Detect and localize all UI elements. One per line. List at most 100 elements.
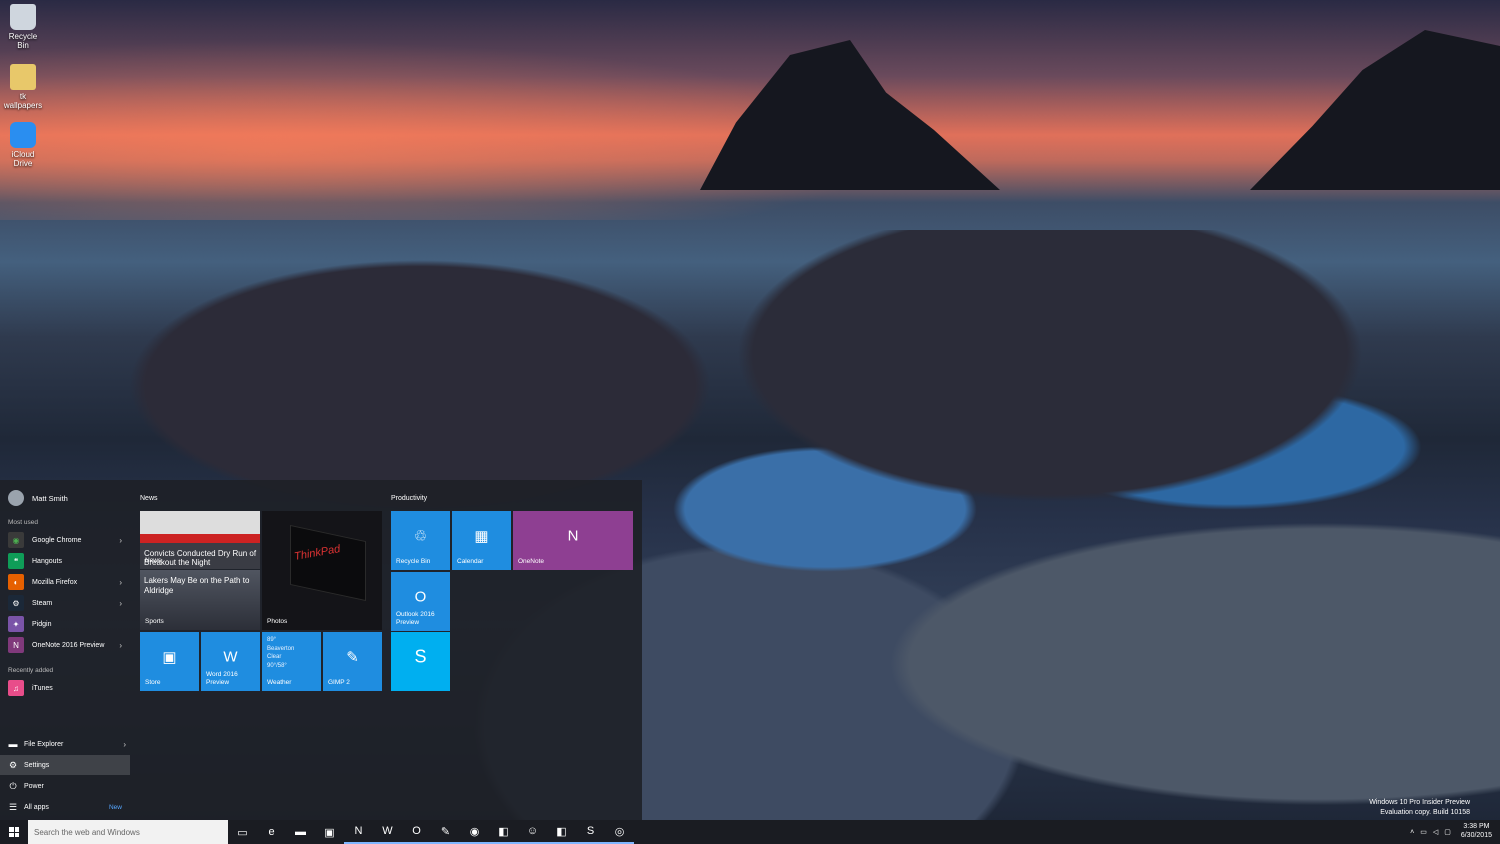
- steam-icon: ⚙: [8, 595, 24, 611]
- system-label: All apps: [24, 803, 49, 811]
- folder-icon: [10, 64, 36, 90]
- chevron-right-icon[interactable]: ›: [119, 599, 122, 608]
- system-label: Power: [24, 782, 44, 790]
- start-menu: Matt Smith Most used ◉ Google Chrome › ❝…: [0, 480, 642, 820]
- calendar-icon: ▦: [474, 527, 489, 545]
- taskbar-app-store[interactable]: ▣: [315, 820, 344, 844]
- tile-calendar[interactable]: ▦ Calendar: [452, 511, 511, 570]
- tile-outlook[interactable]: O Outlook 2016 Preview: [391, 572, 450, 631]
- chevron-up-icon[interactable]: ˄: [1410, 829, 1414, 836]
- group-title-news[interactable]: News: [140, 495, 158, 502]
- taskbar-app-chrome[interactable]: ◉: [460, 820, 489, 844]
- gimp-icon: ✎: [346, 648, 359, 666]
- taskbar-app-file-explorer[interactable]: ▬: [286, 820, 315, 844]
- tile-word[interactable]: W Word 2016 Preview: [201, 632, 260, 691]
- hangouts-icon: ◧: [498, 825, 509, 838]
- tile-skype[interactable]: S: [391, 632, 450, 691]
- taskbar-app-hangouts-2[interactable]: ◧: [547, 820, 576, 844]
- taskbar-app-skype[interactable]: S: [576, 820, 605, 844]
- windows-logo-icon: [9, 827, 19, 837]
- taskbar-app-edge[interactable]: e: [257, 820, 286, 844]
- desktop-icon-tk-wallpapers[interactable]: tk wallpapers: [2, 64, 44, 110]
- tile-onenote[interactable]: N OneNote: [513, 511, 633, 570]
- tile-label: OneNote: [518, 558, 545, 566]
- app-pidgin[interactable]: ✦ Pidgin: [8, 615, 126, 633]
- app-google-chrome[interactable]: ◉ Google Chrome ›: [8, 531, 126, 549]
- onenote-icon: N: [567, 527, 579, 545]
- file-explorer-icon: ▬: [295, 826, 306, 838]
- weather-info: 89° Beaverton Clear 90°/58°: [267, 636, 294, 671]
- app-label: Steam: [32, 599, 53, 607]
- taskbar-app-spotify[interactable]: ◎: [605, 820, 634, 844]
- tile-label: Sports: [145, 618, 164, 626]
- taskbar-apps: ▭ e ▬ ▣ N W O ✎ ◉ ◧ ☺ ◧ S ◎: [228, 820, 634, 844]
- taskbar-app-gimp[interactable]: ✎: [431, 820, 460, 844]
- user-name: Matt Smith: [32, 493, 68, 503]
- taskbar-app-outlook[interactable]: O: [402, 820, 431, 844]
- skype-icon: S: [586, 825, 595, 837]
- all-apps-icon: ☰: [8, 801, 18, 812]
- new-badge: New: [108, 803, 122, 811]
- tile-news[interactable]: Convicts Conducted Dry Run of Breakout t…: [140, 511, 260, 569]
- network-icon[interactable]: ▭: [1420, 828, 1427, 836]
- chevron-right-icon[interactable]: ›: [119, 578, 122, 587]
- start-menu-left-column: Matt Smith Most used ◉ Google Chrome › ❝…: [0, 480, 130, 820]
- tile-recycle-bin[interactable]: ♲ Recycle Bin: [391, 511, 450, 570]
- all-apps-button[interactable]: ☰ All apps New: [0, 797, 130, 817]
- user-account[interactable]: Matt Smith: [8, 490, 68, 506]
- search-input[interactable]: Search the web and Windows: [28, 820, 228, 844]
- weather-city: Beaverton: [267, 645, 295, 652]
- recycle-bin-icon: ♲: [413, 527, 428, 545]
- taskbar-app-word[interactable]: W: [373, 820, 402, 844]
- tile-label: GIMP 2: [328, 679, 350, 687]
- desktop-icon-icloud-drive[interactable]: iCloud Drive: [2, 122, 44, 168]
- outlook-icon: O: [412, 825, 421, 837]
- tile-weather[interactable]: 89° Beaverton Clear 90°/58° Weather: [262, 632, 321, 691]
- onenote-icon: N: [8, 637, 24, 653]
- gear-icon: ⚙: [8, 759, 18, 770]
- file-explorer-icon: ▬: [8, 739, 18, 749]
- system-label: Settings: [24, 761, 50, 769]
- settings-button[interactable]: ⚙ Settings: [0, 755, 130, 775]
- power-button[interactable]: ⏻ Power: [0, 776, 130, 796]
- app-mozilla-firefox[interactable]: ◐ Mozilla Firefox ›: [8, 573, 126, 591]
- onenote-icon: N: [354, 825, 363, 837]
- edge-icon: e: [268, 826, 275, 838]
- file-explorer-button[interactable]: ▬ File Explorer ›: [0, 734, 130, 754]
- app-hangouts[interactable]: ❝ Hangouts: [8, 552, 126, 570]
- volume-icon[interactable]: ◁: [1433, 828, 1438, 836]
- itunes-icon: ♫: [8, 680, 24, 696]
- tile-label: Store: [145, 679, 161, 687]
- chevron-right-icon[interactable]: ›: [123, 740, 126, 749]
- tile-photos[interactable]: ThinkPad Photos: [262, 511, 382, 630]
- chevron-right-icon[interactable]: ›: [119, 641, 122, 650]
- group-title-productivity[interactable]: Productivity: [391, 495, 427, 502]
- app-onenote-2016-preview[interactable]: N OneNote 2016 Preview ›: [8, 636, 126, 654]
- app-label: Google Chrome: [32, 536, 82, 544]
- icloud-icon: [10, 122, 36, 148]
- desktop-icon-recycle-bin[interactable]: Recycle Bin: [2, 4, 44, 50]
- hangouts-2-icon: ◧: [556, 825, 567, 838]
- sea-stack-rock-right: [1250, 30, 1500, 190]
- app-steam[interactable]: ⚙ Steam ›: [8, 594, 126, 612]
- build-watermark: Windows 10 Pro Insider Preview Evaluatio…: [1369, 798, 1470, 818]
- start-button[interactable]: [0, 820, 28, 844]
- desktop-icon-label: Recycle Bin: [8, 32, 38, 50]
- notifications-icon[interactable]: ▢: [1444, 828, 1451, 836]
- app-itunes[interactable]: ♫ iTunes: [8, 679, 126, 697]
- weather-condition: Clear: [267, 654, 282, 661]
- taskbar: Search the web and Windows ▭ e ▬ ▣ N W O ✎ ◉ ◧ ☺ ◧ S…: [0, 820, 1500, 844]
- clock[interactable]: 3:38 PM 6/30/2015: [1461, 823, 1492, 841]
- tile-store[interactable]: ▣ Store: [140, 632, 199, 691]
- tile-gimp[interactable]: ✎ GIMP 2: [323, 632, 382, 691]
- app-label: Mozilla Firefox: [32, 578, 78, 586]
- taskbar-app-hangouts[interactable]: ◧: [489, 820, 518, 844]
- taskbar-app-onenote[interactable]: N: [344, 820, 373, 844]
- taskbar-app-task-view[interactable]: ▭: [228, 820, 257, 844]
- desktop-icon-label: tk wallpapers: [3, 92, 43, 110]
- system-tray: ˄ ▭ ◁ ▢ 3:38 PM 6/30/2015: [1410, 820, 1492, 844]
- clock-date: 6/30/2015: [1460, 832, 1492, 839]
- taskbar-app-pidgin[interactable]: ☺: [518, 820, 547, 844]
- chevron-right-icon[interactable]: ›: [119, 536, 122, 545]
- tile-sports[interactable]: Lakers May Be on the Path to Aldridge Sp…: [140, 570, 260, 630]
